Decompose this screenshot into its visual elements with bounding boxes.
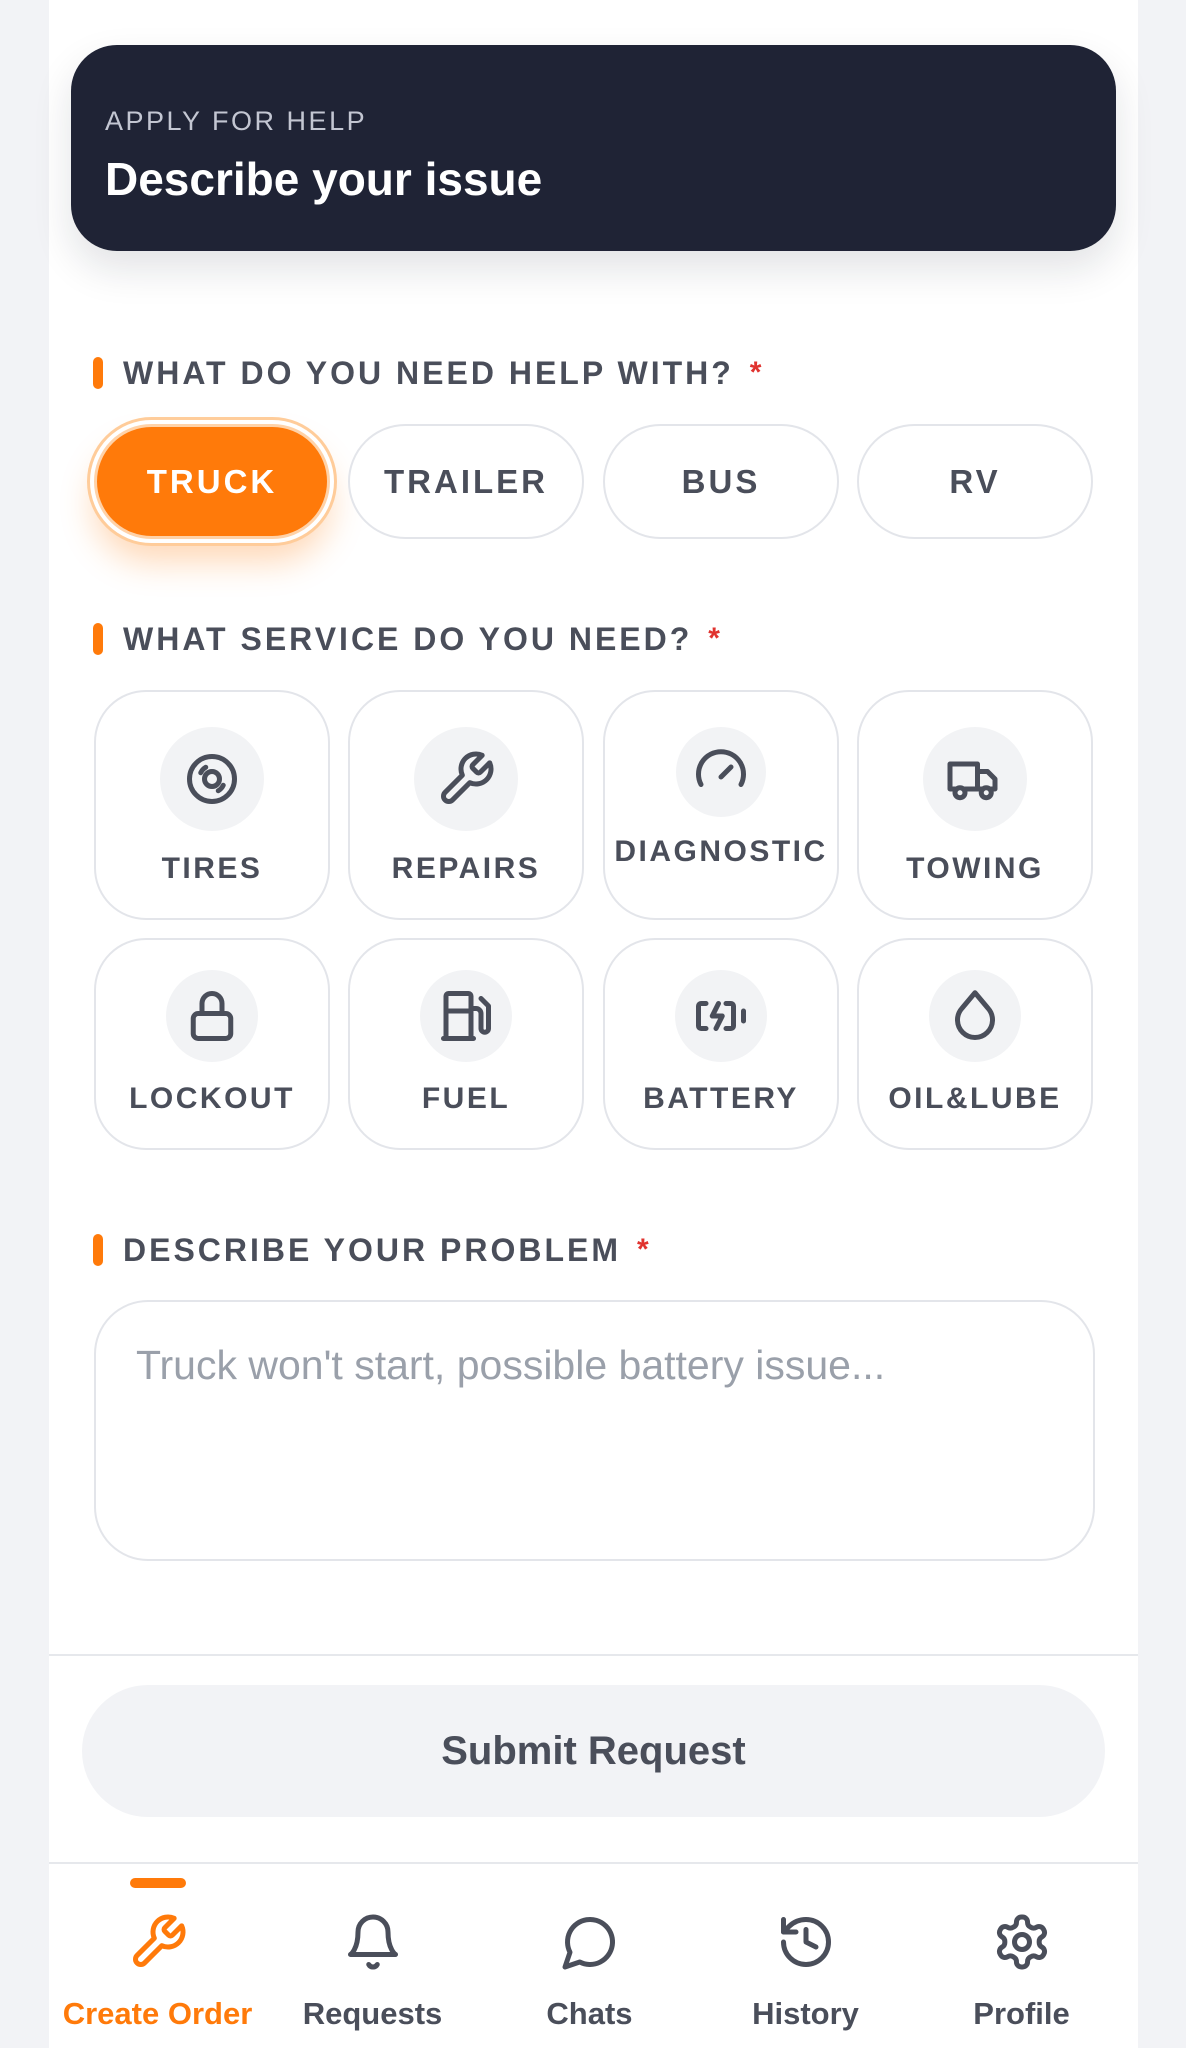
fuel-icon	[420, 970, 512, 1062]
section-accent-bar	[93, 1234, 103, 1266]
bottom-nav: Create Order Requests Chats History Prof…	[49, 1866, 1138, 2048]
required-mark: *	[708, 622, 720, 655]
app-screen: APPLY FOR HELP Describe your issue WHAT …	[49, 0, 1138, 2048]
active-tab-indicator	[129, 1878, 186, 1888]
nav-item-profile[interactable]: Profile	[913, 1866, 1130, 2048]
history-icon	[776, 1912, 836, 1972]
service-label: TIRES	[161, 852, 263, 885]
service-option-lockout[interactable]: LOCKOUT	[94, 938, 330, 1150]
service-section-label: WHAT SERVICE DO YOU NEED? *	[93, 620, 720, 657]
service-label: FUEL	[421, 1082, 511, 1115]
service-option-battery[interactable]: BATTERY	[603, 938, 839, 1150]
nav-item-create-order[interactable]: Create Order	[49, 1866, 266, 2048]
nav-label: History	[752, 1996, 859, 2031]
service-option-oil-lube[interactable]: OIL&LUBE	[857, 938, 1093, 1150]
nav-label: Profile	[973, 1996, 1070, 2031]
nav-item-requests[interactable]: Requests	[264, 1866, 481, 2048]
service-option-diagnostic[interactable]: DIAGNOSTIC	[603, 690, 839, 920]
section-accent-bar	[93, 357, 103, 389]
required-mark: *	[637, 1233, 649, 1266]
service-option-tires[interactable]: TIRES	[94, 690, 330, 920]
page-title: Describe your issue	[105, 153, 543, 205]
service-label: OIL&LUBE	[888, 1082, 1062, 1115]
required-mark: *	[749, 356, 762, 389]
service-section-title: WHAT SERVICE DO YOU NEED?	[123, 620, 693, 657]
wrench-icon	[414, 727, 518, 831]
service-label: REPAIRS	[391, 852, 541, 885]
gear-icon	[992, 1912, 1052, 1972]
vehicle-option-rv[interactable]: RV	[857, 424, 1093, 539]
nav-label: Create Order	[62, 1996, 253, 2031]
service-label: LOCKOUT	[129, 1082, 295, 1115]
problem-section-title: DESCRIBE YOUR PROBLEM	[123, 1231, 622, 1268]
service-option-repairs[interactable]: REPAIRS	[348, 690, 584, 920]
divider	[49, 1654, 1138, 1656]
truck-icon	[923, 727, 1027, 831]
nav-item-history[interactable]: History	[697, 1866, 914, 2048]
vehicle-option-bus[interactable]: BUS	[603, 424, 839, 539]
divider	[49, 1862, 1138, 1864]
service-label: BATTERY	[643, 1082, 799, 1115]
droplet-icon	[929, 970, 1021, 1062]
chat-bubble-icon	[560, 1912, 620, 1972]
gauge-icon	[676, 727, 766, 817]
vehicle-section-title: WHAT DO YOU NEED HELP WITH?	[123, 354, 734, 391]
service-label: TOWING	[906, 852, 1044, 885]
vehicle-type-selector: TRUCK TRAILER BUS RV	[94, 424, 1140, 539]
vehicle-option-trailer[interactable]: TRAILER	[348, 424, 584, 539]
problem-section-label: DESCRIBE YOUR PROBLEM *	[93, 1231, 649, 1268]
section-accent-bar	[93, 623, 103, 655]
tire-icon	[160, 727, 264, 831]
lock-icon	[166, 970, 258, 1062]
header-kicker: APPLY FOR HELP	[105, 106, 368, 136]
nav-label: Requests	[302, 1996, 443, 2031]
header-card: APPLY FOR HELP Describe your issue	[71, 45, 1116, 251]
battery-icon	[675, 970, 767, 1062]
vehicle-section-label: WHAT DO YOU NEED HELP WITH? *	[93, 354, 762, 391]
service-option-fuel[interactable]: FUEL	[348, 938, 584, 1150]
wrench-icon	[128, 1912, 188, 1972]
nav-label: Chats	[546, 1996, 633, 2031]
bell-icon	[343, 1912, 403, 1972]
submit-request-button[interactable]: Submit Request	[82, 1685, 1105, 1817]
vehicle-option-truck[interactable]: TRUCK	[94, 424, 330, 539]
problem-description-input[interactable]	[94, 1300, 1095, 1561]
service-label: DIAGNOSTIC	[614, 835, 828, 868]
nav-item-chats[interactable]: Chats	[481, 1866, 698, 2048]
service-option-towing[interactable]: TOWING	[857, 690, 1093, 920]
